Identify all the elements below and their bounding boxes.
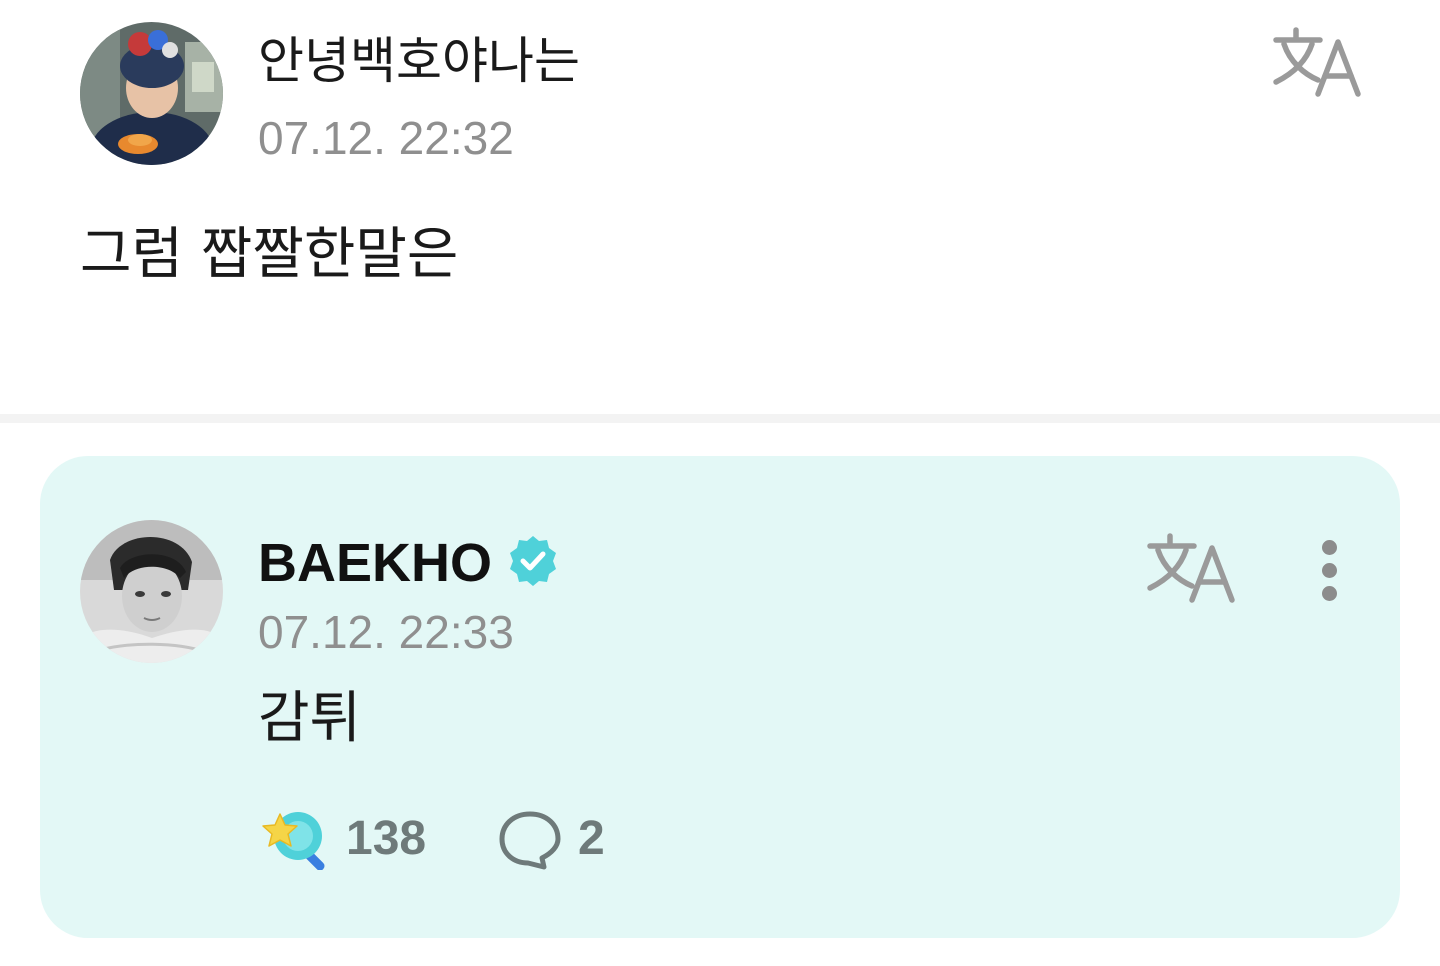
comment-button[interactable]: 2 <box>498 806 628 872</box>
reply-body: 감튀 <box>258 686 362 751</box>
artist-username[interactable]: BAEKHO <box>258 532 492 594</box>
verified-badge-icon <box>510 536 556 586</box>
post-thread: 안녕백호야나는 07.12. 22:32 그럼 짭짤한말은 BAEKHO 07.… <box>0 0 1440 966</box>
translate-icon <box>1273 27 1361 97</box>
translate-icon <box>1147 533 1235 603</box>
more-vertical-icon <box>1322 540 1337 555</box>
comment-count: 2 <box>578 812 605 865</box>
post-timestamp: 07.12. 22:32 <box>258 112 514 164</box>
reply-stats: 138 2 <box>258 806 678 872</box>
fan-username[interactable]: 안녕백호야나는 <box>258 30 580 92</box>
star-wand-like-icon <box>262 812 325 870</box>
reply-translate-button[interactable] <box>1146 532 1238 604</box>
like-button[interactable]: 138 <box>258 806 438 872</box>
fan-post: 안녕백호야나는 07.12. 22:32 그럼 짭짤한말은 <box>0 0 1440 414</box>
artist-reply-card: BAEKHO 07.12. 22:33 감튀 138 2 <box>40 456 1400 938</box>
more-options-button[interactable] <box>1308 534 1352 610</box>
post-body: 그럼 짭짤한말은 <box>80 222 459 287</box>
more-vertical-icon-dot <box>1322 563 1337 578</box>
artist-avatar[interactable] <box>80 520 223 663</box>
speech-bubble-icon <box>499 811 561 870</box>
like-count: 138 <box>346 812 427 865</box>
section-divider <box>0 414 1440 423</box>
reply-timestamp: 07.12. 22:33 <box>258 606 514 658</box>
more-vertical-icon-dot <box>1322 586 1337 601</box>
fan-avatar[interactable] <box>80 22 223 165</box>
translate-button[interactable] <box>1272 26 1364 98</box>
